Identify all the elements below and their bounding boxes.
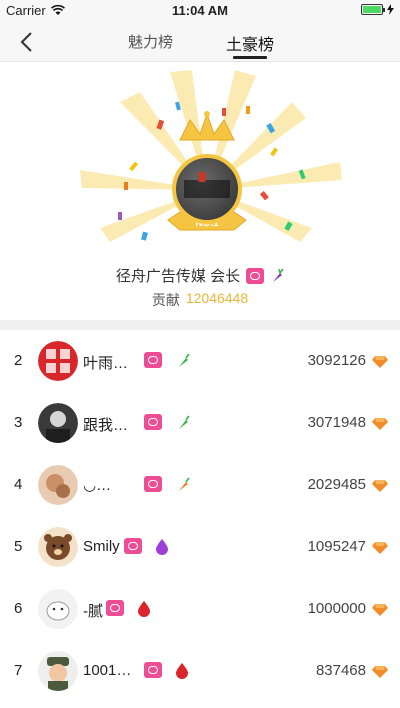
diamond-icon: [372, 356, 388, 368]
chevron-left-icon: [20, 32, 32, 52]
chat-badge-icon: [144, 476, 162, 492]
carrot-icon: [273, 268, 284, 282]
rank-number: 6: [14, 600, 23, 617]
avatar: [38, 465, 78, 505]
ranking-row[interactable]: 7 1001… 837468: [0, 640, 400, 702]
top-user-avatar[interactable]: [172, 154, 242, 224]
back-button[interactable]: [12, 28, 40, 56]
diamond-icon: [372, 604, 388, 616]
diamond-icon: [372, 666, 388, 678]
drop-icon: [138, 601, 150, 617]
battery-icon: [361, 4, 385, 15]
score-value: 1000000: [307, 600, 366, 617]
score-value: 2029485: [307, 476, 366, 493]
top-user-contribution: 贡献 12046448: [0, 290, 400, 310]
user-name: 叶雨…: [83, 355, 129, 372]
nav-bar: 魅力榜 土豪榜: [0, 22, 400, 62]
avatar: [38, 341, 78, 381]
chat-badge-icon: [106, 600, 124, 616]
diamond-icon: [372, 418, 388, 430]
rank-number: 7: [14, 662, 23, 679]
rank-number: 3: [14, 414, 23, 431]
status-right: [361, 4, 394, 15]
diamond-icon: [372, 480, 388, 492]
ranking-row[interactable]: 3 跟我… 3071948: [0, 392, 400, 454]
avatar: [38, 403, 78, 443]
status-time: 11:04 AM: [172, 3, 228, 18]
avatar: [38, 527, 78, 567]
carrot-icon: [179, 477, 190, 491]
tab-charm-ranking[interactable]: 魅力榜: [128, 31, 173, 52]
chat-badge-icon: [144, 414, 162, 430]
user-name: ◡…: [83, 477, 112, 494]
rank-number: 4: [14, 476, 23, 493]
user-name: Smily: [83, 538, 120, 555]
ranking-row[interactable]: 4 ◡… 2029485: [0, 454, 400, 516]
contribution-label: 贡献: [151, 292, 180, 308]
drop-icon: [156, 539, 168, 555]
chat-badge-icon: [246, 267, 265, 284]
charging-icon: [387, 4, 394, 15]
active-tab-indicator: [233, 56, 267, 59]
status-bar: Carrier 11:04 AM: [0, 0, 400, 22]
ranking-list: 2 叶雨… 3092126 3 跟我… 3071948 4 ◡… 2029485: [0, 330, 400, 702]
avatar: [38, 589, 78, 629]
avatar: [38, 651, 78, 691]
drop-icon: [176, 663, 188, 679]
user-name: -腻: [83, 603, 103, 620]
ranking-row[interactable]: 5 Smily 1095247: [0, 516, 400, 578]
top-user-name-row: 径舟广告传媒 会长: [0, 265, 400, 286]
top-user-name: 径舟广告传媒 会长: [115, 268, 241, 285]
tab-rich-ranking[interactable]: 土豪榜: [226, 31, 274, 55]
top-user-hero: NO.1 径舟广告传媒 会长 贡献 12046448: [0, 62, 400, 320]
score-value: 837468: [315, 662, 366, 679]
score-value: 3092126: [307, 352, 366, 369]
rank-number: 2: [14, 352, 23, 369]
diamond-icon: [372, 542, 388, 554]
ranking-row[interactable]: 6 -腻 1000000: [0, 578, 400, 640]
carrot-icon: [179, 415, 190, 429]
rank-number: 5: [14, 538, 23, 555]
chat-badge-icon: [124, 538, 142, 554]
chat-badge-icon: [144, 662, 162, 678]
user-name: 1001…: [83, 662, 132, 679]
section-divider: [0, 320, 400, 330]
chat-badge-icon: [144, 352, 162, 368]
contribution-value: 12046448: [185, 290, 249, 306]
score-value: 1095247: [307, 538, 366, 555]
ranking-row[interactable]: 2 叶雨… 3092126: [0, 330, 400, 392]
user-name: 跟我…: [83, 417, 129, 434]
score-value: 3071948: [307, 414, 366, 431]
carrot-icon: [179, 353, 190, 367]
